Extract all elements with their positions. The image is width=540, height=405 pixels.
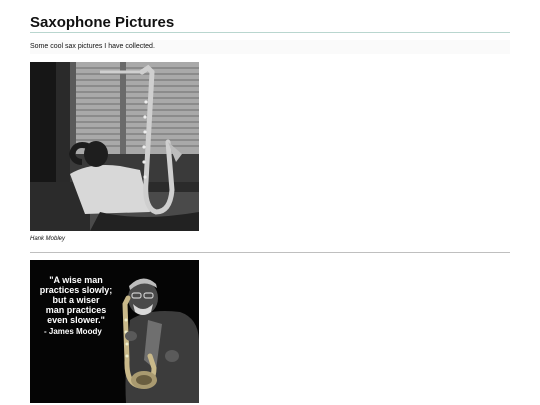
quote-author: - James Moody xyxy=(44,327,102,336)
quote-line: "A wise man xyxy=(49,275,102,285)
hank-mobley-photo xyxy=(30,62,199,231)
quote-line: man practices xyxy=(46,305,107,315)
quote-line: but a wiser xyxy=(52,295,100,305)
page-title: Saxophone Pictures xyxy=(30,14,175,31)
quote-line: even slower." xyxy=(47,315,105,325)
quote-text-block: "A wise man practices slowly; but a wise… xyxy=(40,275,113,336)
photo-caption: Hank Mobley xyxy=(30,236,66,242)
section-divider xyxy=(30,252,510,253)
title-underline xyxy=(30,32,510,33)
james-moody-quote-image: "A wise man practices slowly; but a wise… xyxy=(30,260,199,403)
intro-text: Some cool sax pictures I have collected. xyxy=(30,40,510,54)
quote-line: practices slowly; xyxy=(40,285,113,295)
